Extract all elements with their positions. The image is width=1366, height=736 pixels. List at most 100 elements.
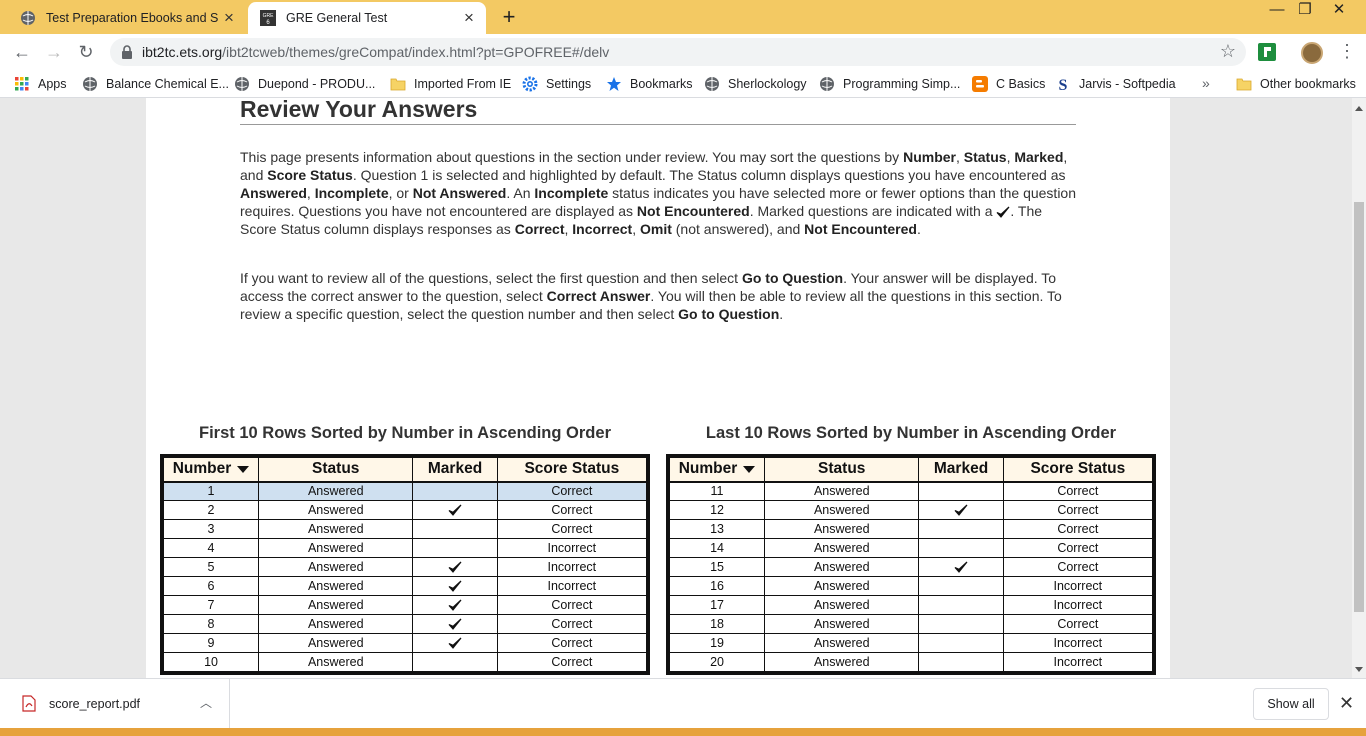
reload-icon[interactable]: ↻	[74, 40, 98, 64]
softpedia-icon: S	[1055, 76, 1071, 94]
table-row[interactable]: 14 Answered Correct	[668, 538, 1154, 558]
close-icon[interactable]: ×	[458, 8, 480, 28]
table-row[interactable]: 3 Answered Correct	[162, 519, 648, 539]
sort-descending-arrow-icon	[237, 465, 250, 473]
chevron-up-icon[interactable]: ︿	[200, 694, 212, 711]
column-header-label: Marked	[427, 460, 483, 478]
pdf-file-icon	[22, 695, 36, 712]
url-host: ibt2tc.ets.org	[142, 44, 223, 60]
menu-kebab-icon[interactable]: ⋮	[1338, 41, 1356, 62]
question-number: 1	[162, 481, 260, 501]
status-cell: Answered	[258, 538, 414, 558]
checkmark-icon	[448, 618, 462, 631]
show-all-button[interactable]: Show all	[1253, 688, 1329, 720]
column-header-marked[interactable]: Marked	[412, 457, 498, 483]
column-header-marked[interactable]: Marked	[918, 457, 1004, 483]
globe-icon	[704, 76, 720, 92]
bookmark-item[interactable]: Settings	[522, 75, 591, 93]
table-row[interactable]: 2 Answered Correct	[162, 500, 648, 520]
table-row[interactable]: 17 Answered Incorrect	[668, 595, 1154, 615]
bookmark-item[interactable]: Apps	[14, 75, 67, 93]
bookmark-item[interactable]: C Basics	[972, 75, 1045, 93]
table-row[interactable]: 15 Answered Correct	[668, 557, 1154, 577]
column-header-label: Number	[678, 460, 738, 478]
question-number: 12	[668, 500, 766, 520]
checkmark-icon	[448, 637, 462, 650]
scroll-down-arrow-icon[interactable]	[1355, 667, 1363, 672]
status-cell: Answered	[764, 614, 920, 634]
table-row[interactable]: 18 Answered Correct	[668, 614, 1154, 634]
question-number: 3	[162, 519, 260, 539]
question-number: 9	[162, 633, 260, 653]
restore-button[interactable]: ❐	[1288, 0, 1322, 22]
scroll-thumb[interactable]	[1354, 202, 1364, 612]
more-bookmarks-chevron-icon[interactable]: »	[1202, 75, 1210, 91]
checkmark-icon	[448, 504, 462, 517]
table-row[interactable]: 5 Answered Incorrect	[162, 557, 648, 577]
bookmark-label: Balance Chemical E...	[106, 77, 229, 91]
tab-test-preparation[interactable]: Test Preparation Ebooks and Ser ×	[8, 2, 246, 34]
table-row[interactable]: 7 Answered Correct	[162, 595, 648, 615]
bookmark-item[interactable]: S Jarvis - Softpedia	[1055, 75, 1176, 94]
scroll-up-arrow-icon[interactable]	[1355, 106, 1363, 111]
column-header-score-status[interactable]: Score Status	[1002, 457, 1154, 483]
column-header-label: Status	[818, 460, 866, 478]
profile-avatar[interactable]	[1301, 42, 1323, 64]
url-path: /ibt2tcweb/themes/greCompat/index.html?p…	[222, 44, 610, 60]
bold-term: Correct Answer	[546, 288, 651, 304]
question-number: 6	[162, 576, 260, 596]
checkmark-icon	[448, 599, 462, 612]
bookmark-item[interactable]: Duepond - PRODU...	[234, 75, 375, 93]
column-header-status[interactable]: Status	[258, 457, 414, 483]
window-close-button[interactable]: ✕	[1322, 0, 1356, 22]
bookmark-item[interactable]: Sherlockology	[704, 75, 807, 93]
table-row[interactable]: 20 Answered Incorrect	[668, 652, 1154, 672]
first-rows-table: Number Status Marked Score Status 1 Answered C…	[160, 454, 650, 675]
close-icon[interactable]: ✕	[1339, 693, 1354, 714]
bold-term: Marked	[1014, 149, 1064, 165]
page-scrollbar[interactable]	[1352, 98, 1366, 678]
forward-arrow-icon[interactable]: →	[42, 40, 66, 64]
bookmark-item[interactable]: Other bookmarks	[1236, 75, 1356, 93]
marked-cell	[412, 595, 498, 615]
bookmark-item[interactable]: Imported From IE	[390, 75, 511, 93]
question-number: 13	[668, 519, 766, 539]
new-tab-button[interactable]: +	[497, 5, 521, 29]
bookmark-item[interactable]: Balance Chemical E...	[82, 75, 229, 93]
globe-icon	[234, 76, 250, 92]
bookmark-star-icon[interactable]: ☆	[1220, 41, 1236, 62]
table-row[interactable]: 9 Answered Correct	[162, 633, 648, 653]
column-header-status[interactable]: Status	[764, 457, 920, 483]
table-row[interactable]: 1 Answered Correct	[162, 481, 648, 501]
address-bar[interactable]: ibt2tc.ets.org/ibt2tcweb/themes/greCompa…	[110, 38, 1246, 66]
bold-term: Score Status	[267, 167, 353, 183]
bookmark-item[interactable]: Programming Simp...	[819, 75, 960, 93]
bold-term: Incomplete	[534, 185, 609, 201]
table-row[interactable]: 6 Answered Incorrect	[162, 576, 648, 596]
close-icon[interactable]: ×	[218, 8, 240, 28]
bookmark-item[interactable]: Bookmarks	[606, 75, 693, 93]
score-status-cell: Correct	[496, 652, 648, 672]
marked-cell	[918, 614, 1004, 634]
tab-gre-general-test[interactable]: GRE 6 GRE General Test ×	[248, 2, 486, 34]
extension-icon[interactable]	[1258, 43, 1276, 61]
table-row[interactable]: 12 Answered Correct	[668, 500, 1154, 520]
table-row[interactable]: 10 Answered Correct	[162, 652, 648, 672]
page-viewport: Review Your Answers This page presents i…	[0, 98, 1352, 678]
table-row[interactable]: 11 Answered Correct	[668, 481, 1154, 501]
table-row[interactable]: 19 Answered Incorrect	[668, 633, 1154, 653]
column-header-number[interactable]: Number	[162, 457, 260, 483]
bold-term: Incorrect	[572, 221, 633, 237]
column-header-number[interactable]: Number	[668, 457, 766, 483]
page-content: Review Your Answers This page presents i…	[146, 98, 1170, 678]
marked-cell	[412, 576, 498, 596]
column-header-score-status[interactable]: Score Status	[496, 457, 648, 483]
table-row[interactable]: 8 Answered Correct	[162, 614, 648, 634]
table-row[interactable]: 4 Answered Incorrect	[162, 538, 648, 558]
download-item[interactable]: score_report.pdf ︿	[0, 679, 230, 729]
table-row[interactable]: 13 Answered Correct	[668, 519, 1154, 539]
table-row[interactable]: 16 Answered Incorrect	[668, 576, 1154, 596]
back-arrow-icon[interactable]: ←	[10, 40, 34, 64]
text-run: . Marked questions are indicated with a	[749, 203, 997, 219]
checkmark-icon	[954, 561, 968, 574]
